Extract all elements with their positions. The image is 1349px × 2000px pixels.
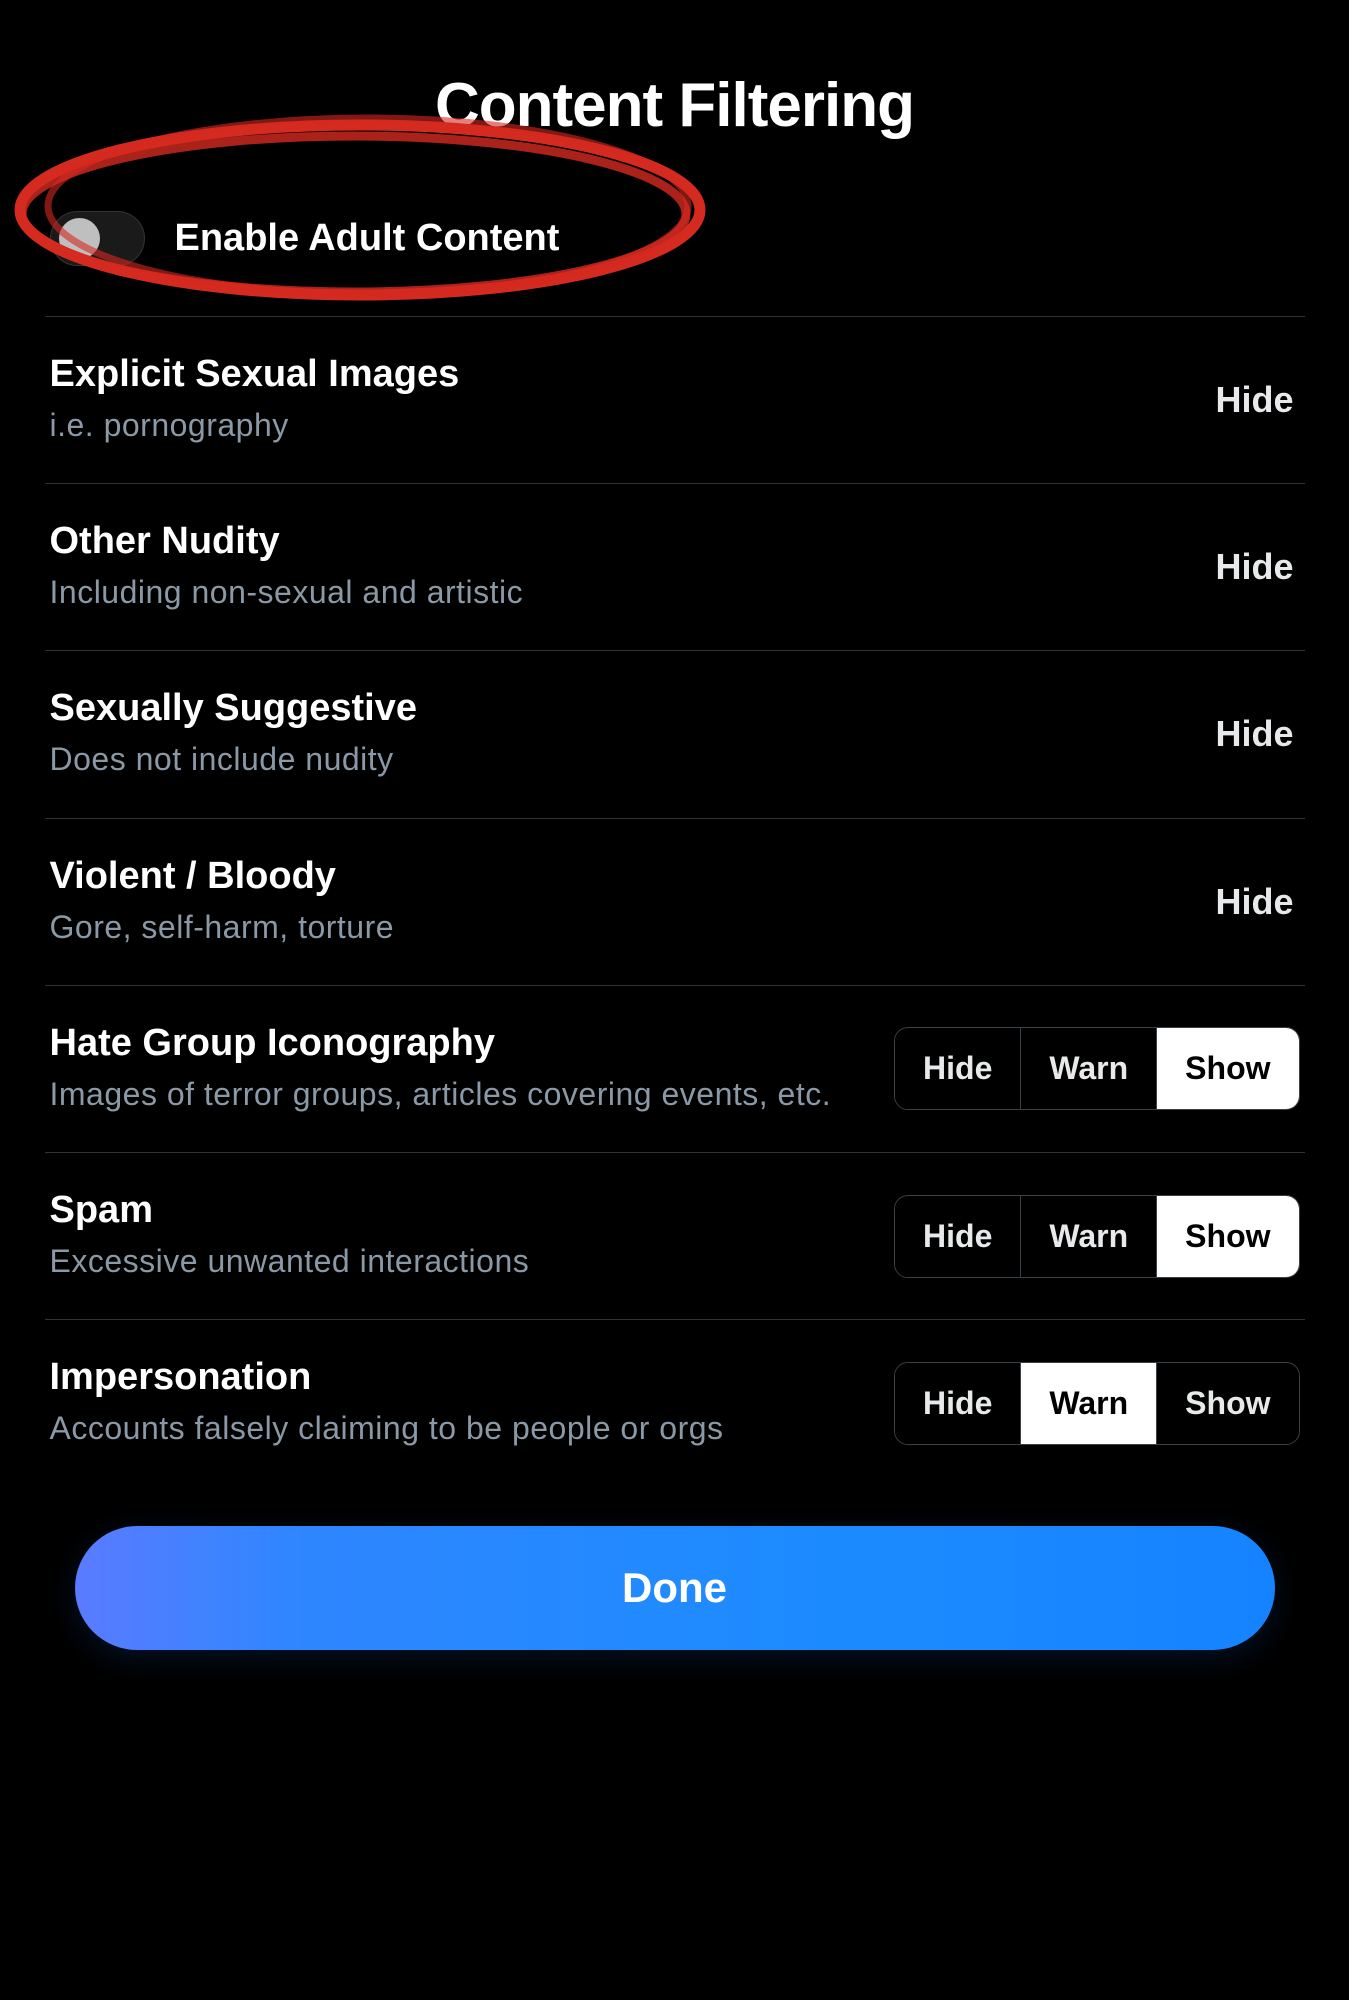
- filter-subtitle: Accounts falsely claiming to be people o…: [50, 1407, 865, 1450]
- seg-hide-button[interactable]: Hide: [895, 1196, 1020, 1277]
- seg-show-button[interactable]: Show: [1156, 1196, 1298, 1277]
- filter-row-impersonation: Impersonation Accounts falsely claiming …: [45, 1319, 1305, 1486]
- toggle-knob: [59, 218, 100, 259]
- filter-row-sexually-suggestive: Sexually Suggestive Does not include nud…: [45, 650, 1305, 817]
- filter-title: Impersonation: [50, 1356, 865, 1399]
- filter-title: Spam: [50, 1189, 865, 1232]
- seg-warn-button[interactable]: Warn: [1020, 1363, 1156, 1444]
- filter-value: Hide: [1215, 379, 1299, 421]
- filter-title: Explicit Sexual Images: [50, 353, 1186, 396]
- filter-value: Hide: [1215, 713, 1299, 755]
- filter-title: Violent / Bloody: [50, 855, 1186, 898]
- done-button[interactable]: Done: [75, 1526, 1275, 1650]
- enable-adult-content-row: Enable Adult Content: [45, 201, 1305, 306]
- segmented-control: Hide Warn Show: [894, 1195, 1299, 1278]
- enable-adult-content-label: Enable Adult Content: [175, 217, 560, 260]
- filter-row-explicit-sexual-images: Explicit Sexual Images i.e. pornography …: [45, 316, 1305, 483]
- filter-value: Hide: [1215, 881, 1299, 923]
- seg-hide-button[interactable]: Hide: [895, 1028, 1020, 1109]
- segmented-control: Hide Warn Show: [894, 1362, 1299, 1445]
- filter-subtitle: Including non-sexual and artistic: [50, 571, 1186, 614]
- filter-row-spam: Spam Excessive unwanted interactions Hid…: [45, 1152, 1305, 1319]
- filter-subtitle: Gore, self-harm, torture: [50, 906, 1186, 949]
- seg-hide-button[interactable]: Hide: [895, 1363, 1020, 1444]
- enable-adult-content-toggle[interactable]: [50, 211, 145, 266]
- page-title: Content Filtering: [45, 70, 1305, 141]
- seg-warn-button[interactable]: Warn: [1020, 1028, 1156, 1109]
- seg-warn-button[interactable]: Warn: [1020, 1196, 1156, 1277]
- filter-subtitle: i.e. pornography: [50, 404, 1186, 447]
- seg-show-button[interactable]: Show: [1156, 1363, 1298, 1444]
- filter-subtitle: Excessive unwanted interactions: [50, 1240, 865, 1283]
- seg-show-button[interactable]: Show: [1156, 1028, 1298, 1109]
- filter-title: Other Nudity: [50, 520, 1186, 563]
- filter-row-violent-bloody: Violent / Bloody Gore, self-harm, tortur…: [45, 818, 1305, 985]
- filter-title: Hate Group Iconography: [50, 1022, 865, 1065]
- filter-subtitle: Images of terror groups, articles coveri…: [50, 1073, 865, 1116]
- filter-value: Hide: [1215, 546, 1299, 588]
- filter-subtitle: Does not include nudity: [50, 738, 1186, 781]
- filter-row-other-nudity: Other Nudity Including non-sexual and ar…: [45, 483, 1305, 650]
- content-filtering-panel: Content Filtering Enable Adult Content E…: [45, 0, 1305, 1650]
- filter-row-hate-group-iconography: Hate Group Iconography Images of terror …: [45, 985, 1305, 1152]
- filter-title: Sexually Suggestive: [50, 687, 1186, 730]
- segmented-control: Hide Warn Show: [894, 1027, 1299, 1110]
